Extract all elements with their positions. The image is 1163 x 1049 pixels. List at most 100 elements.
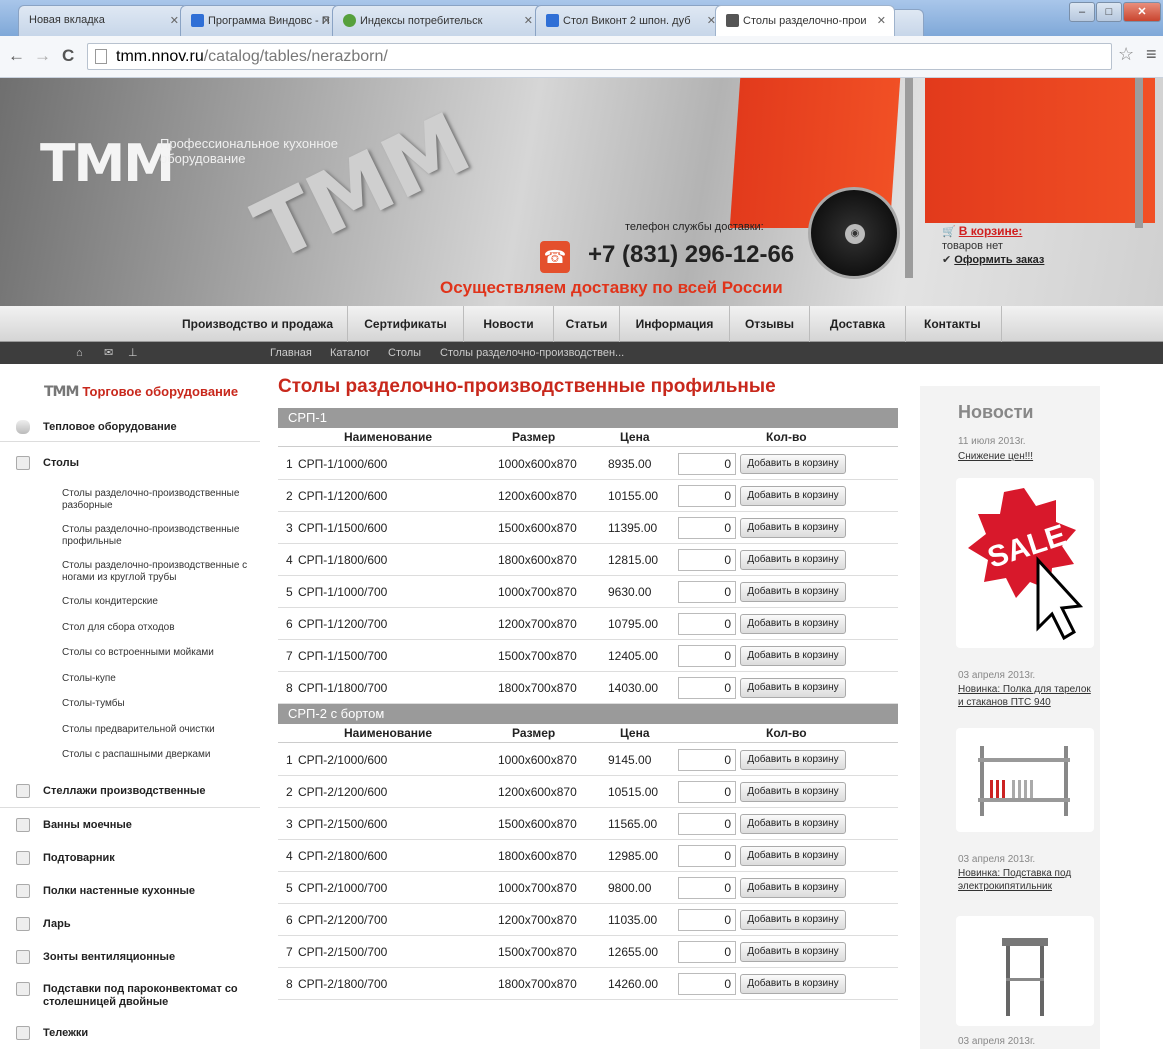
quantity-input[interactable]: 0 xyxy=(678,613,736,635)
quantity-input[interactable]: 0 xyxy=(678,485,736,507)
minimize-icon[interactable]: – xyxy=(1069,2,1095,22)
add-to-cart-button[interactable]: Добавить в корзину xyxy=(740,814,846,834)
close-icon[interactable]: ✕ xyxy=(524,14,533,27)
star-icon[interactable]: ☆ xyxy=(1118,44,1134,65)
close-icon[interactable]: ✕ xyxy=(322,14,331,27)
add-to-cart-button[interactable]: Добавить в корзину xyxy=(740,486,846,506)
kettle-stand-image[interactable] xyxy=(956,916,1094,1026)
sidebar-category[interactable]: Подставки под пароконвектомат со столешн… xyxy=(0,982,260,1012)
mail-icon[interactable]: ✉ xyxy=(104,342,113,364)
site-logo[interactable]: ТММ xyxy=(40,134,175,194)
browser-tab[interactable]: Индексы потребительск ✕ xyxy=(332,5,542,36)
cart-link[interactable]: В корзине: xyxy=(959,224,1023,238)
sidebar-category[interactable]: Стеллажи производственные xyxy=(0,784,260,808)
sidebar-subitem[interactable]: Стол для сбора отходов xyxy=(62,622,252,634)
sidebar-subitem[interactable]: Столы-купе xyxy=(62,673,252,685)
sidebar-category[interactable]: Тепловое оборудование xyxy=(0,420,260,442)
sidebar-subitem[interactable]: Столы разделочно-производственные с нога… xyxy=(62,560,252,584)
add-to-cart-button[interactable]: Добавить в корзину xyxy=(740,846,846,866)
product-name: СРП-2/1800/700 xyxy=(298,977,388,991)
add-to-cart-button[interactable]: Добавить в корзину xyxy=(740,614,846,634)
breadcrumb-item[interactable]: Столы xyxy=(388,342,421,364)
tab-title: Стол Виконт 2 шпон. дуб xyxy=(563,15,691,27)
breadcrumb-item[interactable]: Каталог xyxy=(330,342,370,364)
sale-image[interactable]: SALE xyxy=(956,478,1094,648)
add-to-cart-button[interactable]: Добавить в корзину xyxy=(740,782,846,802)
sidebar-category[interactable]: Подтоварник xyxy=(0,851,260,869)
menu-item-articles[interactable]: Статьи xyxy=(554,306,620,342)
sidebar-category[interactable]: Полки настенные кухонные xyxy=(0,884,260,902)
close-icon[interactable]: ✕ xyxy=(877,14,886,27)
quantity-input[interactable]: 0 xyxy=(678,781,736,803)
browser-tab[interactable]: Новая вкладка ✕ xyxy=(18,5,188,36)
quantity-input[interactable]: 0 xyxy=(678,549,736,571)
quantity-input[interactable]: 0 xyxy=(678,973,736,995)
add-to-cart-button[interactable]: Добавить в корзину xyxy=(740,454,846,474)
menu-icon[interactable]: ≡ xyxy=(1146,44,1157,65)
add-to-cart-button[interactable]: Добавить в корзину xyxy=(740,678,846,698)
forward-icon[interactable]: → xyxy=(34,46,51,66)
news-link[interactable]: Новинка: Подставка под электрокипятильни… xyxy=(958,867,1098,893)
menu-item-reviews[interactable]: Отзывы xyxy=(730,306,810,342)
sidebar-subitem[interactable]: Столы разделочно-производственные разбор… xyxy=(62,488,252,512)
add-to-cart-button[interactable]: Добавить в корзину xyxy=(740,518,846,538)
column-header-qty: Кол-во xyxy=(766,726,807,740)
quantity-input[interactable]: 0 xyxy=(678,749,736,771)
plate-shelf-image[interactable] xyxy=(956,728,1094,832)
quantity-input[interactable]: 0 xyxy=(678,941,736,963)
menu-item-delivery[interactable]: Доставка xyxy=(810,306,906,342)
menu-item-certificates[interactable]: Сертификаты xyxy=(348,306,464,342)
reload-icon[interactable]: C xyxy=(62,46,74,66)
menu-item-info[interactable]: Информация xyxy=(620,306,730,342)
sidebar-category[interactable]: Столы xyxy=(0,456,260,474)
quantity-input[interactable]: 0 xyxy=(678,517,736,539)
sidebar-subitem[interactable]: Столы с распашными дверками xyxy=(62,749,252,761)
checkout-link[interactable]: Оформить заказ xyxy=(954,254,1044,266)
news-link[interactable]: Снижение цен!!! xyxy=(958,450,1098,463)
breadcrumb-item[interactable]: Главная xyxy=(270,342,312,364)
sidebar-subitem[interactable]: Столы кондитерские xyxy=(62,596,252,608)
sidebar-subitem[interactable]: Столы предварительной очистки xyxy=(62,724,252,736)
home-icon[interactable]: ⌂ xyxy=(76,342,83,364)
close-icon[interactable]: ✕ xyxy=(170,14,179,27)
category-label: Подставки под пароконвектомат со столешн… xyxy=(43,983,238,1008)
sidebar-category[interactable]: Ванны моечные xyxy=(0,818,260,836)
news-link[interactable]: Новинка: Полка для тарелок и стаканов ПТ… xyxy=(958,683,1098,709)
quantity-input[interactable]: 0 xyxy=(678,453,736,475)
sidebar-heading-link[interactable]: Торговое оборудование xyxy=(82,384,238,399)
quantity-input[interactable]: 0 xyxy=(678,813,736,835)
add-to-cart-button[interactable]: Добавить в корзину xyxy=(740,646,846,666)
browser-tab-active[interactable]: Столы разделочно-прои ✕ xyxy=(715,5,895,36)
add-to-cart-button[interactable]: Добавить в корзину xyxy=(740,942,846,962)
add-to-cart-button[interactable]: Добавить в корзину xyxy=(740,550,846,570)
add-to-cart-button[interactable]: Добавить в корзину xyxy=(740,974,846,994)
breadcrumb-bar: ⌂ ✉ ⊥ Главная Каталог Столы Столы раздел… xyxy=(0,342,1163,364)
menu-item-contacts[interactable]: Контакты xyxy=(906,306,1002,342)
add-to-cart-button[interactable]: Добавить в корзину xyxy=(740,910,846,930)
add-to-cart-button[interactable]: Добавить в корзину xyxy=(740,750,846,770)
back-icon[interactable]: ← xyxy=(8,46,25,66)
menu-item-production[interactable]: Производство и продажа xyxy=(168,306,348,342)
close-window-icon[interactable]: ✕ xyxy=(1123,2,1161,22)
browser-tab[interactable]: Стол Виконт 2 шпон. дуб ✕ xyxy=(535,5,725,36)
quantity-input[interactable]: 0 xyxy=(678,677,736,699)
product-size: 1000x600x870 xyxy=(498,457,577,471)
quantity-input[interactable]: 0 xyxy=(678,909,736,931)
add-to-cart-button[interactable]: Добавить в корзину xyxy=(740,878,846,898)
sidebar-subitem[interactable]: Столы со встроенными мойками xyxy=(62,647,252,659)
sidebar-subitem[interactable]: Столы-тумбы xyxy=(62,698,252,710)
sidebar-category[interactable]: Зонты вентиляционные xyxy=(0,950,260,968)
add-to-cart-button[interactable]: Добавить в корзину xyxy=(740,582,846,602)
maximize-icon[interactable]: □ xyxy=(1096,2,1122,22)
quantity-input[interactable]: 0 xyxy=(678,581,736,603)
sidebar-subitem[interactable]: Столы разделочно-производственные профил… xyxy=(62,524,252,548)
quantity-input[interactable]: 0 xyxy=(678,877,736,899)
url-input[interactable]: tmm.nnov.ru/catalog/tables/nerazborn/ xyxy=(87,43,1112,70)
menu-item-news[interactable]: Новости xyxy=(464,306,554,342)
browser-tab[interactable]: Программа Виндовс - П ✕ xyxy=(180,5,340,36)
sidebar-category[interactable]: Ларь xyxy=(0,917,260,935)
quantity-input[interactable]: 0 xyxy=(678,845,736,867)
quantity-input[interactable]: 0 xyxy=(678,645,736,667)
sitemap-icon[interactable]: ⊥ xyxy=(128,342,138,364)
sidebar-category[interactable]: Тележки xyxy=(0,1026,260,1044)
